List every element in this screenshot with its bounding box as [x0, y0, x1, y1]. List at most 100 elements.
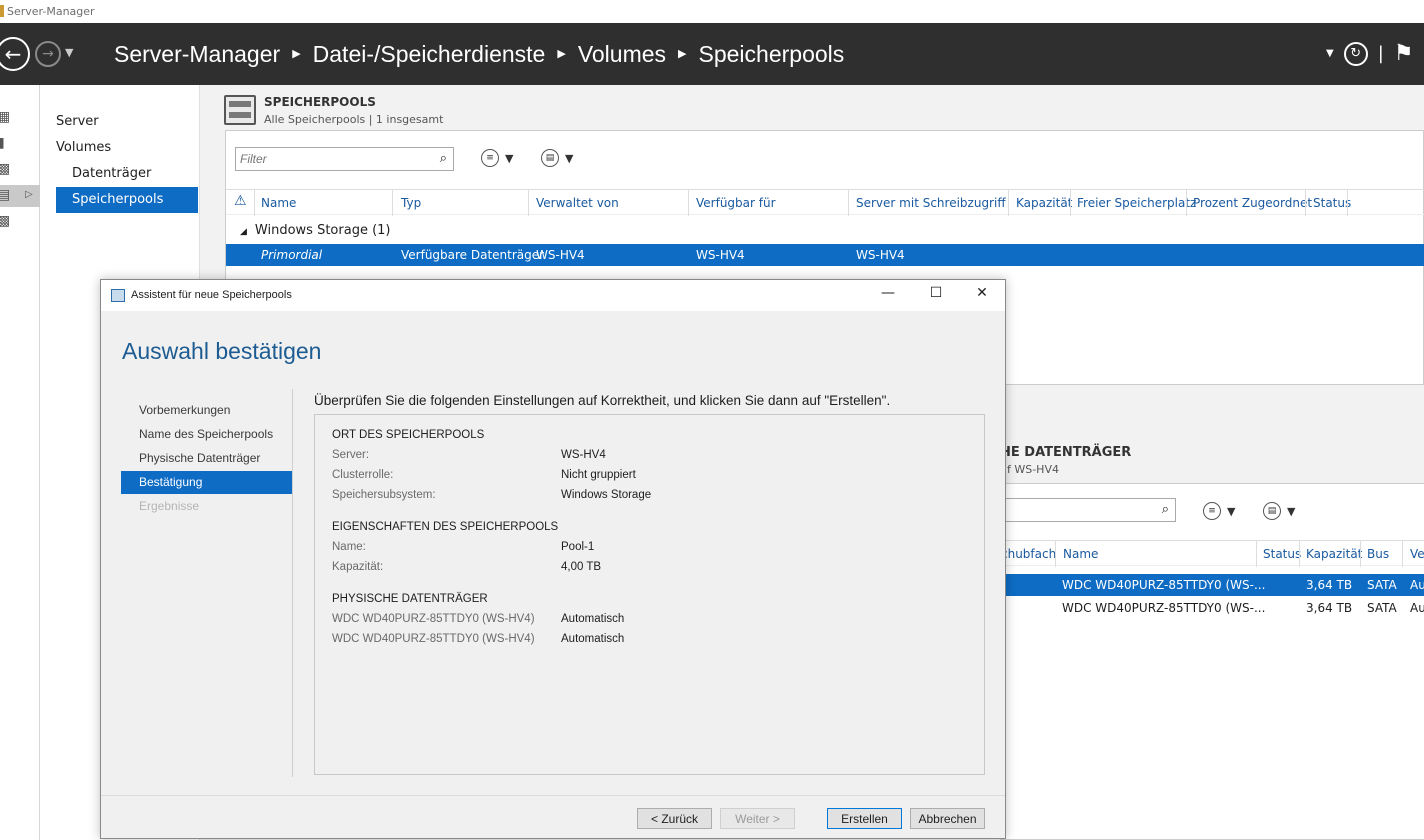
window-title: Server-Manager [7, 5, 95, 18]
warning-icon[interactable]: ⚠ [234, 193, 247, 209]
disk-bus: SATA [1367, 601, 1397, 615]
disk-ve: Au [1410, 578, 1424, 592]
subnav-item-server[interactable]: Server [56, 109, 198, 135]
column-ve[interactable]: Ve [1410, 547, 1424, 561]
label-disk-2: WDC WD40PURZ-85TTDY0 (WS-HV4) [332, 633, 535, 645]
filter-input[interactable] [236, 148, 426, 170]
column-free-space[interactable]: Freier Speicherplatz [1077, 196, 1196, 210]
column-separator [1360, 541, 1361, 567]
notification-flag-icon[interactable]: ⚑ [1394, 41, 1414, 66]
hyperv-icon[interactable]: ▩ [0, 211, 40, 233]
step-physical-disks[interactable]: Physische Datenträger [121, 447, 292, 470]
value-disk-2: Automatisch [561, 633, 625, 645]
search-icon[interactable]: ⌕ [440, 151, 447, 166]
close-icon[interactable]: ✕ [967, 285, 997, 305]
table-row[interactable]: Primordial Verfügbare Datenträger WS-HV4… [226, 244, 1424, 266]
page-title: Auswahl bestätigen [122, 338, 322, 364]
column-separator [254, 190, 255, 216]
table-row[interactable]: WDC WD40PURZ-85TTDY0 (WS-... 3,64 TB SAT… [1001, 597, 1424, 619]
column-separator [1305, 190, 1306, 216]
breadcrumb: Server-Manager ▶ Datei-/Speicherdienste … [114, 41, 844, 68]
chevron-down-icon: ▼ [505, 151, 514, 165]
table-row[interactable]: WDC WD40PURZ-85TTDY0 (WS-... 3,64 TB SAT… [1001, 574, 1424, 596]
value-disk-1: Automatisch [561, 613, 625, 625]
column-separator [1256, 541, 1257, 567]
column-type[interactable]: Typ [401, 196, 421, 210]
all-servers-icon[interactable]: ▩ [0, 159, 40, 181]
column-bus[interactable]: Bus [1367, 547, 1389, 561]
label-capacity: Kapazität: [332, 561, 384, 573]
column-managed-by[interactable]: Verwaltet von [536, 196, 619, 210]
back-arrow-icon[interactable]: ← [0, 37, 30, 71]
search-icon[interactable]: ⌕ [1162, 502, 1169, 517]
step-pool-name[interactable]: Name des Speicherpools [121, 423, 292, 446]
navigation-icon-strip: ▦ ▮ ▩ ▤ ▷ ▩ [0, 85, 40, 840]
column-disk-capacity[interactable]: Kapazität [1306, 547, 1362, 561]
storage-pools-subtitle: Alle Speicherpools | 1 insgesamt [264, 113, 444, 126]
column-separator [1299, 541, 1300, 567]
divider: | [1377, 43, 1384, 64]
disks-grid-header: chubfach Name Status Kapazität Bus Ve [1001, 540, 1424, 567]
dashboard-icon[interactable]: ▦ [0, 107, 40, 129]
column-disk-status[interactable]: Status [1263, 547, 1301, 561]
column-percent-allocated[interactable]: Prozent Zugeordnet [1193, 196, 1312, 210]
dialog-body: Auswahl bestätigen Vorbemerkungen Name d… [101, 311, 1005, 795]
disks-save-query-button[interactable]: ▤ ▼ [1263, 502, 1295, 520]
step-preliminaries[interactable]: Vorbemerkungen [121, 399, 292, 422]
local-server-icon[interactable]: ▮ [0, 133, 40, 155]
value-server: WS-HV4 [561, 449, 606, 461]
filter-box: ⌕ [235, 147, 454, 171]
breadcrumb-separator-icon: ▶ [557, 48, 566, 60]
dropdown-icon[interactable]: ▼ [1326, 48, 1334, 59]
refresh-icon[interactable]: ↻ [1343, 41, 1368, 66]
column-write-server[interactable]: Server mit Schreibzugriff [856, 196, 1006, 210]
breadcrumb-item-server-manager[interactable]: Server-Manager [114, 41, 280, 68]
subnav-item-storage-pools[interactable]: Speicherpools [56, 187, 198, 213]
physical-disks-header: HE DATENTRÄGER uf WS-HV4 [1000, 445, 1131, 476]
disk-ve: Au [1410, 601, 1424, 615]
section-location-title: ORT DES SPEICHERPOOLS [332, 429, 485, 441]
column-status[interactable]: Status [1313, 196, 1351, 210]
breadcrumb-item-file-storage[interactable]: Datei-/Speicherdienste [313, 41, 546, 68]
back-button[interactable]: < Zurück [637, 808, 712, 829]
column-separator [1055, 541, 1056, 567]
cancel-button[interactable]: Abbrechen [910, 808, 985, 829]
column-name[interactable]: Name [261, 196, 296, 210]
column-separator [1347, 190, 1348, 216]
breadcrumb-item-volumes[interactable]: Volumes [578, 41, 666, 68]
new-storage-pool-wizard: Assistent für neue Speicherpools — ☐ ✕ A… [100, 279, 1006, 839]
group-row[interactable]: ◢ Windows Storage (1) [240, 223, 391, 238]
window-titlebar: Server-Manager [0, 0, 1424, 23]
list-options-button[interactable]: ≡ ▼ [481, 149, 513, 167]
column-capacity[interactable]: Kapazität [1016, 196, 1072, 210]
disks-filter-input[interactable]: ⌕ [1001, 498, 1176, 522]
disk-name: WDC WD40PURZ-85TTDY0 (WS-... [1062, 578, 1266, 592]
history-dropdown-icon[interactable]: ▼ [65, 46, 73, 59]
forward-arrow-icon[interactable]: → [35, 41, 61, 67]
create-button[interactable]: Erstellen [827, 808, 902, 829]
label-cluster-role: Clusterrolle: [332, 469, 394, 481]
save-query-button[interactable]: ▤ ▼ [541, 149, 573, 167]
minimize-icon[interactable]: — [873, 285, 903, 305]
wizard-steps: Vorbemerkungen Name des Speicherpools Ph… [121, 389, 293, 777]
column-available-for[interactable]: Verfügbar für [696, 196, 776, 210]
column-disk-name[interactable]: Name [1063, 547, 1098, 561]
column-separator [848, 190, 849, 216]
step-confirmation[interactable]: Bestätigung [121, 471, 292, 494]
file-storage-icon[interactable]: ▤ ▷ [0, 185, 40, 207]
dialog-title: Assistent für neue Speicherpools [131, 289, 292, 301]
column-slot[interactable]: chubfach [1001, 547, 1056, 561]
disks-list-options-button[interactable]: ≡ ▼ [1203, 502, 1235, 520]
grid-header: ⚠ Name Typ Verwaltet von Verfügbar für S… [226, 189, 1424, 216]
subnav-item-volumes[interactable]: Volumes [56, 135, 198, 161]
breadcrumb-item-storage-pools[interactable]: Speicherpools [699, 41, 845, 68]
breadcrumb-separator-icon: ▶ [292, 48, 301, 60]
list-icon: ≡ [481, 149, 499, 167]
label-pool-name: Name: [332, 541, 366, 553]
collapse-triangle-icon[interactable]: ◢ [240, 227, 247, 237]
row-write-server: WS-HV4 [856, 248, 905, 262]
save-icon: ▤ [1263, 502, 1281, 520]
save-icon: ▤ [541, 149, 559, 167]
maximize-icon[interactable]: ☐ [921, 285, 951, 305]
subnav-item-disks[interactable]: Datenträger [56, 161, 198, 187]
